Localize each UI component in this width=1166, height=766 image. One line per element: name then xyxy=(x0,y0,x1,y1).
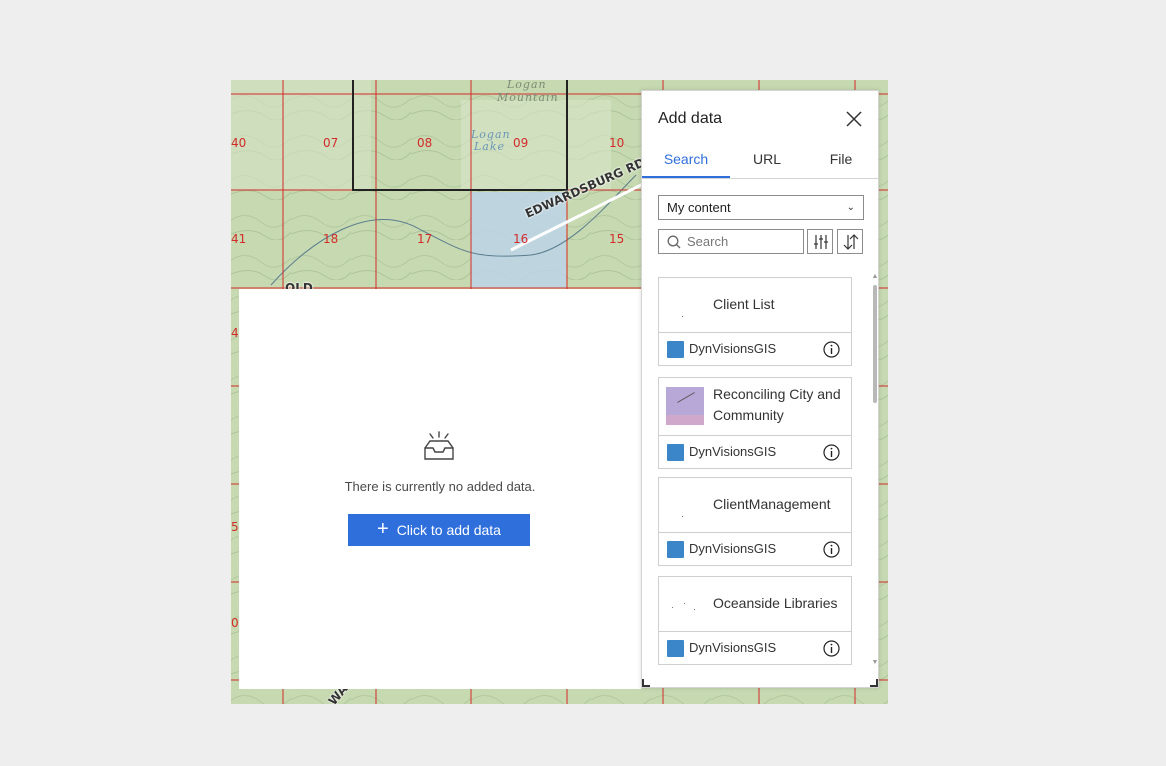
add-data-label: Click to add data xyxy=(396,522,501,538)
add-data-panel: Add data Search URL File My content ⌄ Se… xyxy=(641,90,879,688)
panel-title: Add data xyxy=(658,110,723,127)
item-owner: DynVisionsGIS xyxy=(689,640,777,655)
scroll-up-icon[interactable]: ▲ xyxy=(871,273,879,280)
chevron-down-icon: ⌄ xyxy=(846,202,855,213)
section-number: 18 xyxy=(323,232,339,246)
section-number: 40 xyxy=(231,136,247,150)
section-number: 16 xyxy=(513,232,529,246)
resize-corner-icon[interactable] xyxy=(870,679,878,687)
item-title: Reconciling City and Community xyxy=(713,386,841,423)
owner-avatar-icon xyxy=(667,444,684,461)
section-number: 07 xyxy=(323,136,339,150)
info-icon[interactable] xyxy=(823,640,840,657)
sort-button[interactable] xyxy=(837,229,863,254)
owner-avatar-icon xyxy=(667,640,684,657)
item-thumbnail xyxy=(666,486,704,524)
item-title: Oceanside Libraries xyxy=(713,595,838,611)
filter-sliders-icon xyxy=(814,235,828,249)
filter-button[interactable] xyxy=(807,229,833,254)
section-number: 41 xyxy=(231,232,247,246)
owner-avatar-icon xyxy=(667,541,684,558)
inbox-icon xyxy=(424,431,454,460)
info-icon[interactable] xyxy=(823,444,840,461)
section-number: 17 xyxy=(417,232,433,246)
section-number: 08 xyxy=(417,136,433,150)
item-owner: DynVisionsGIS xyxy=(689,444,777,459)
content-source-select[interactable]: My content ⌄ xyxy=(658,195,864,220)
tab-search[interactable]: Search xyxy=(642,143,730,178)
plus-icon: + xyxy=(377,518,389,540)
section-number: 15 xyxy=(609,232,625,246)
result-card[interactable]: Client List DynVisionsGIS xyxy=(658,277,852,366)
tab-file[interactable]: File xyxy=(804,143,878,178)
result-card[interactable]: Oceanside Libraries DynVisionsGIS xyxy=(658,576,852,665)
item-owner: DynVisionsGIS xyxy=(689,541,777,556)
result-card[interactable]: Reconciling City and Community DynVision… xyxy=(658,377,852,469)
close-icon[interactable] xyxy=(844,109,864,129)
info-icon[interactable] xyxy=(823,541,840,558)
search-results-list: Client List DynVisionsGIS Reconciling Ci xyxy=(658,277,854,667)
search-placeholder: Search xyxy=(687,234,729,249)
result-card[interactable]: ClientManagement DynVisionsGIS xyxy=(658,477,852,566)
item-thumbnail-dots xyxy=(666,585,704,623)
item-title: Client List xyxy=(713,296,775,312)
section-number: 09 xyxy=(513,136,529,150)
place-label: Logan xyxy=(507,80,547,91)
search-icon xyxy=(667,235,681,249)
click-to-add-data-button[interactable]: + Click to add data xyxy=(348,514,530,546)
place-label: Mountain xyxy=(497,91,559,104)
results-scrollbar[interactable]: ▲ ▼ xyxy=(871,273,879,669)
item-owner: DynVisionsGIS xyxy=(689,341,777,356)
item-thumbnail xyxy=(666,286,704,324)
tab-bar: Search URL File xyxy=(642,143,878,179)
item-title: ClientManagement xyxy=(713,496,831,512)
place-label: Lake xyxy=(474,140,506,153)
resize-corner-icon[interactable] xyxy=(642,679,650,687)
search-input[interactable]: Search xyxy=(658,229,804,254)
info-icon[interactable] xyxy=(823,341,840,358)
scroll-down-icon[interactable]: ▼ xyxy=(871,659,879,666)
item-thumbnail-map xyxy=(666,387,704,425)
empty-state-message: There is currently no added data. xyxy=(344,479,536,494)
scroll-thumb[interactable] xyxy=(873,285,877,403)
tab-url[interactable]: URL xyxy=(730,143,804,178)
sort-icon xyxy=(843,234,859,250)
content-source-value: My content xyxy=(667,200,731,215)
owner-avatar-icon xyxy=(667,341,684,358)
section-number: 10 xyxy=(609,136,625,150)
added-data-panel: There is currently no added data. + Clic… xyxy=(239,289,641,689)
